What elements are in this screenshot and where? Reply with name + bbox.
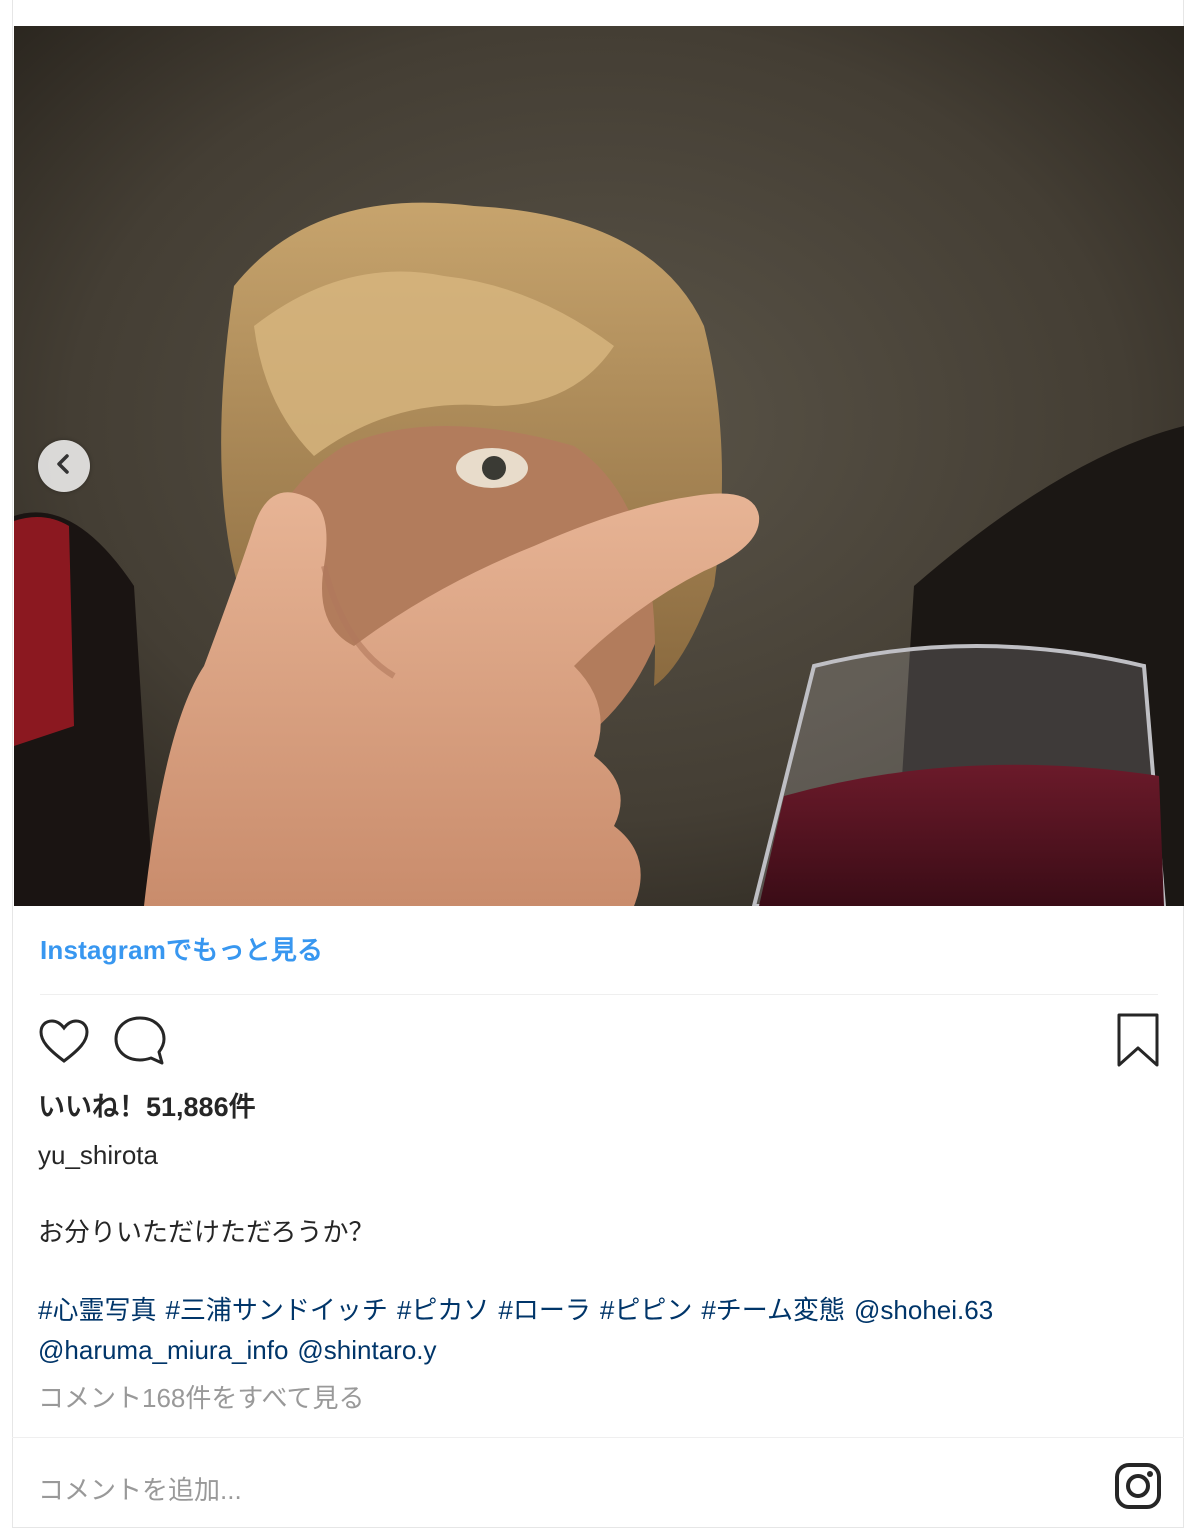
save-button[interactable] (1116, 1012, 1160, 1073)
chevron-left-icon (52, 452, 76, 481)
likes-count[interactable]: いいね！51,886件 (38, 1085, 256, 1124)
mention-link[interactable]: @shintaro.y (297, 1335, 436, 1365)
hashtag-link[interactable]: #チーム変態 (701, 1295, 845, 1325)
hashtag-link[interactable]: #三浦サンドイッチ (165, 1295, 387, 1325)
hashtag-link[interactable]: #心霊写真 (38, 1295, 156, 1325)
hashtag-link[interactable]: #ピカソ (397, 1295, 489, 1325)
divider (40, 994, 1158, 995)
like-button[interactable] (38, 1018, 90, 1069)
mention-link[interactable]: @shohei.63 (854, 1295, 993, 1325)
post-username[interactable]: yu_shirota (38, 1140, 158, 1171)
bookmark-icon (1116, 1013, 1160, 1072)
hashtag-link[interactable]: #ローラ (498, 1295, 590, 1325)
divider (12, 1437, 1184, 1438)
hashtag-link[interactable]: #ピピン (600, 1295, 692, 1325)
comment-button[interactable] (112, 1014, 168, 1071)
heart-icon (38, 1019, 90, 1068)
view-more-on-instagram-link[interactable]: Instagramでもっと見る (40, 930, 323, 967)
add-comment-field[interactable]: コメントを追加... (38, 1470, 242, 1507)
instagram-logo-button[interactable] (1114, 1462, 1162, 1515)
post-photo[interactable] (14, 26, 1184, 906)
instagram-logo-icon (1114, 1463, 1162, 1514)
post-caption: お分りいただけただろうか？ (38, 1217, 375, 1247)
hashtag-list: #心霊写真 #三浦サンドイッチ #ピカソ #ローラ #ピピン #チーム変態 @shohei.… (38, 1290, 1158, 1370)
carousel-prev-button[interactable] (38, 440, 90, 492)
view-all-comments-link[interactable]: コメント168件をすべて見る (38, 1378, 365, 1415)
comment-bubble-icon (112, 1016, 168, 1070)
mention-link[interactable]: @haruma_miura_info (38, 1335, 288, 1365)
